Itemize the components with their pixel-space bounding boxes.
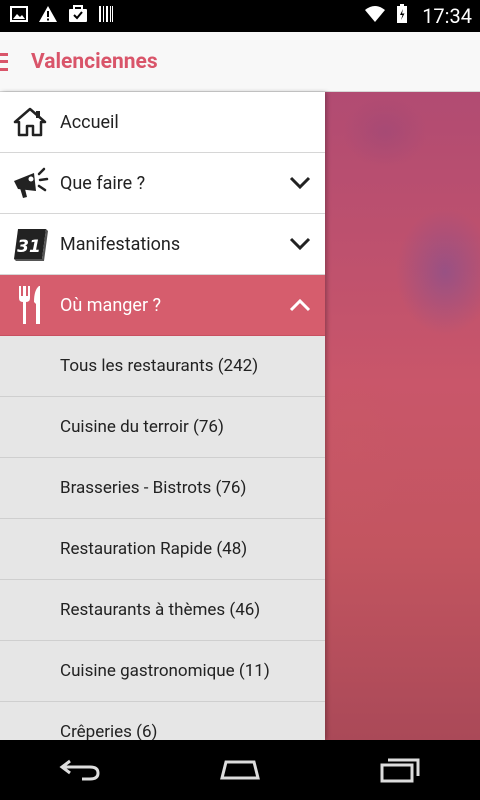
subcategory-item[interactable]: Restauration Rapide (48) (0, 519, 325, 580)
drawer-item-label: Accueil (60, 111, 119, 133)
subcategory-item[interactable]: Crêperies (6) (0, 702, 325, 740)
subcategory-item[interactable]: Cuisine du terroir (76) (0, 397, 325, 458)
home-icon (0, 92, 60, 153)
battery-icon (396, 4, 408, 28)
subcategory-item[interactable]: Tous les restaurants (242) (0, 336, 325, 397)
drawer-item-label: Où manger ? (60, 294, 162, 316)
screen: 17:34 Valenciennes Accueil Que faire ? 3… (0, 0, 480, 800)
image-icon (10, 6, 28, 26)
fork-knife-icon (0, 275, 60, 336)
chevron-down-icon[interactable] (289, 237, 311, 251)
drawer-item-label: Que faire ? (60, 172, 146, 194)
status-bar: 17:34 (0, 0, 480, 32)
subcategory-item[interactable]: Cuisine gastronomique (11) (0, 641, 325, 702)
briefcase-icon (68, 5, 88, 27)
home-icon[interactable] (210, 750, 270, 790)
app-title: Valenciennes (31, 49, 158, 74)
subcategory-item[interactable]: Restaurants à thèmes (46) (0, 580, 325, 641)
barcode-icon (98, 5, 114, 27)
calendar-day-number: 31 (17, 237, 41, 257)
back-icon[interactable] (50, 750, 110, 790)
calendar-31-icon: 31 (0, 214, 60, 275)
wifi-icon (364, 5, 386, 27)
app-bar: Valenciennes (0, 32, 480, 92)
chevron-down-icon[interactable] (289, 176, 311, 190)
drawer-item-accueil[interactable]: Accueil (0, 92, 325, 153)
notification-icons (10, 5, 114, 27)
system-navigation-bar (0, 740, 480, 800)
clock: 17:34 (422, 4, 472, 28)
system-status: 17:34 (364, 4, 472, 28)
megaphone-icon (0, 153, 60, 214)
warning-icon (38, 5, 58, 27)
chevron-up-icon[interactable] (289, 298, 311, 312)
hamburger-icon[interactable] (0, 52, 12, 71)
subcategory-item[interactable]: Brasseries - Bistrots (76) (0, 458, 325, 519)
drawer-item-ou-manger[interactable]: Où manger ? (0, 275, 325, 336)
navigation-drawer: Accueil Que faire ? 31 Manifestations Où… (0, 92, 325, 740)
drawer-item-que-faire[interactable]: Que faire ? (0, 153, 325, 214)
recents-icon[interactable] (370, 750, 430, 790)
background-image (325, 92, 480, 740)
drawer-item-manifestations[interactable]: 31 Manifestations (0, 214, 325, 275)
drawer-item-label: Manifestations (60, 233, 181, 255)
